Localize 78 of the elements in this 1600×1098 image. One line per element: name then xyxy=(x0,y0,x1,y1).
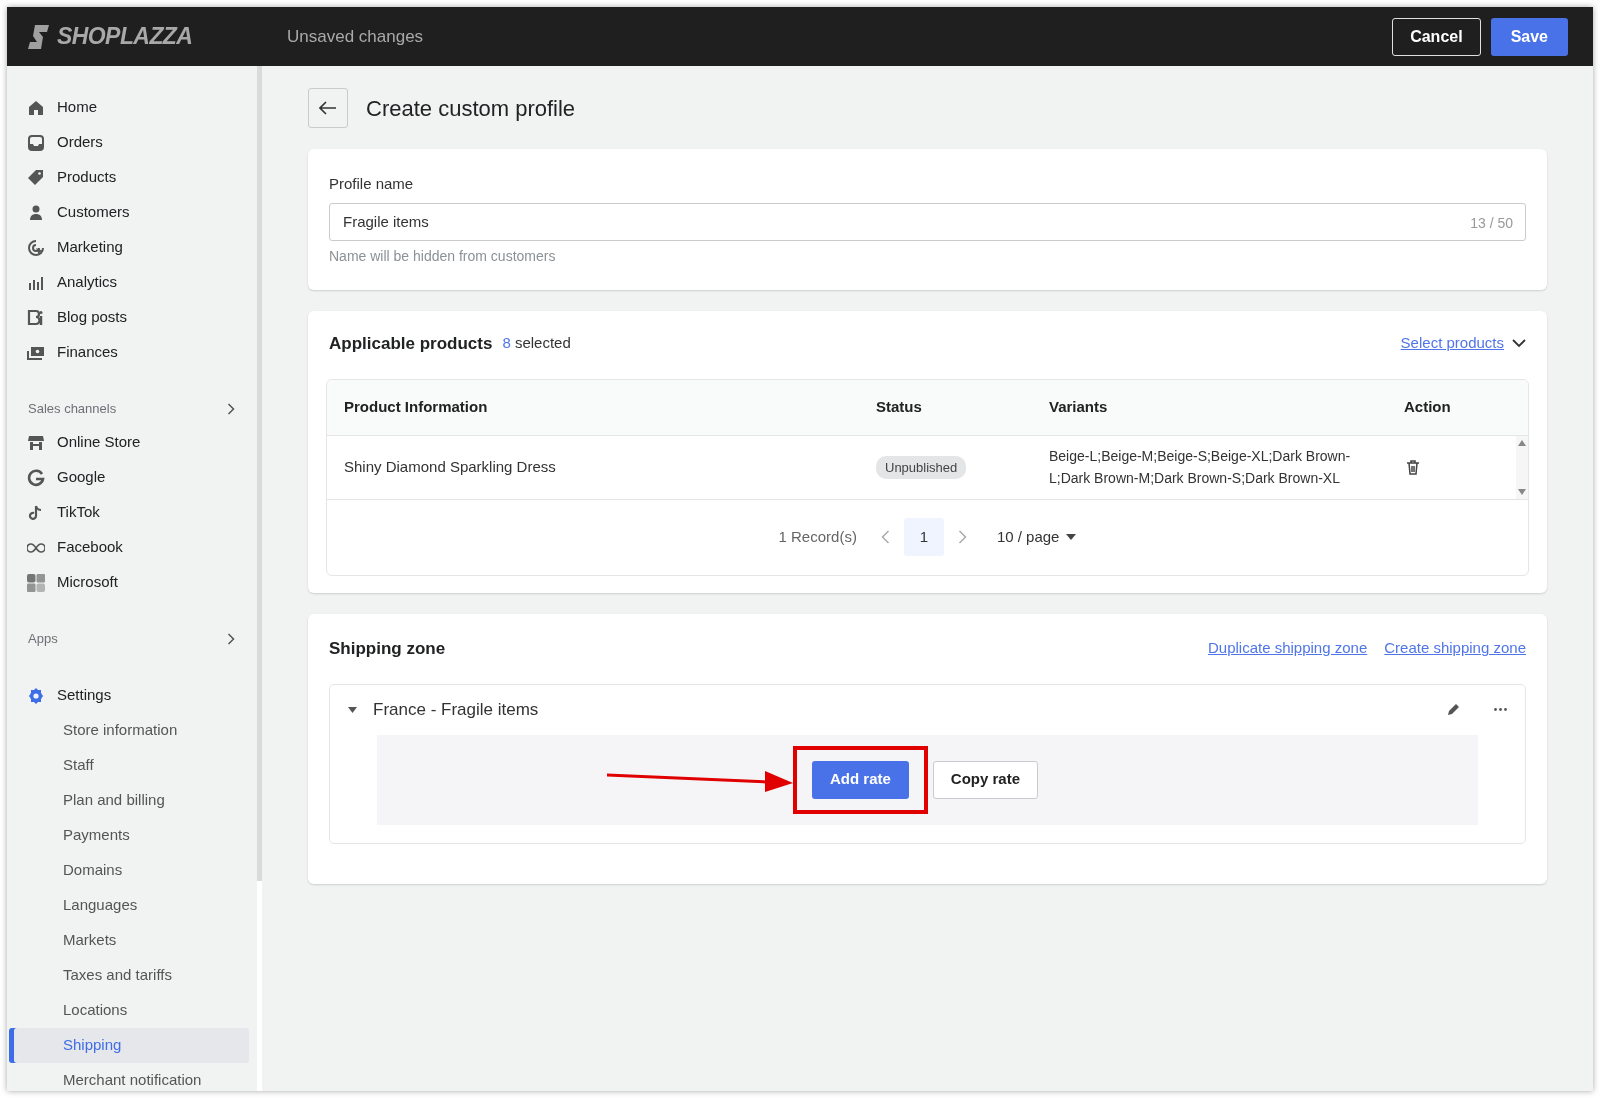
back-arrow-icon xyxy=(319,101,337,115)
nav-item[interactable]: Finances xyxy=(9,335,249,370)
column-header: Action xyxy=(1404,396,1452,417)
nav-item[interactable]: Facebook xyxy=(9,530,249,565)
field-label: Profile name xyxy=(329,174,415,194)
nav-item[interactable]: Settings xyxy=(9,678,249,713)
nav-subitem[interactable]: Payments xyxy=(14,818,249,853)
zone-link[interactable]: Create shipping zone xyxy=(1384,637,1526,660)
scrollbar[interactable] xyxy=(257,66,262,1091)
chevron-down-icon xyxy=(1512,339,1526,348)
page-button[interactable]: 1 xyxy=(903,518,944,556)
column-header: Product Information xyxy=(343,396,489,417)
nav-subitem[interactable]: Languages xyxy=(14,888,249,923)
column-header: Variants xyxy=(1049,396,1109,417)
more-icon[interactable] xyxy=(1494,708,1507,711)
nav-item[interactable]: Marketing xyxy=(9,230,249,265)
logo-icon xyxy=(27,23,51,50)
zone-link[interactable]: Duplicate shipping zone xyxy=(1207,637,1368,660)
add-rate-button[interactable]: Add rate xyxy=(812,760,909,799)
settings-icon xyxy=(27,686,45,705)
caret-icon xyxy=(1066,534,1077,540)
nav-subitem[interactable]: Merchant notification xyxy=(14,1063,249,1091)
zone-name: France - Fragile items xyxy=(373,698,539,721)
back-button[interactable] xyxy=(308,88,348,128)
grid-icon xyxy=(27,573,45,592)
table-cell-text: Shiny Diamond Sparkling Dress xyxy=(343,456,557,477)
nav-subitem[interactable]: Domains xyxy=(14,853,249,888)
unsaved-status: Unsaved changes xyxy=(287,25,424,48)
section-heading: Apps xyxy=(28,630,58,649)
nav-item[interactable]: Analytics xyxy=(9,265,249,300)
scroll-down-icon[interactable] xyxy=(1518,488,1526,495)
cancel-button[interactable]: Cancel xyxy=(1392,17,1481,56)
section-heading: Sales channels xyxy=(28,400,117,419)
card-title: Applicable products xyxy=(329,332,493,355)
nav-item[interactable]: Blog posts xyxy=(9,300,249,335)
table-cell-text: Beige-L;Beige-M;Beige-S;Beige-XL;Dark Brown-L;Dark Brown-M;Dark Brown-S;Dark Brown-XL xyxy=(1049,447,1352,488)
scroll-up-icon[interactable] xyxy=(1518,439,1526,446)
nav-subitem[interactable]: Staff xyxy=(14,748,249,783)
letter-g-icon xyxy=(27,468,45,487)
page-size-select[interactable]: 10 / page xyxy=(996,525,1077,549)
storefront-icon xyxy=(27,433,45,452)
chevron-right-icon[interactable] xyxy=(227,633,235,645)
document-icon xyxy=(27,308,45,327)
nav-subitem[interactable]: Locations xyxy=(14,993,249,1028)
scrollbar[interactable] xyxy=(1516,435,1528,499)
nav-item[interactable]: Online Store xyxy=(9,425,249,460)
nav-subitem[interactable]: Store information xyxy=(14,713,249,748)
target-icon xyxy=(27,238,45,257)
brand-name: SHOPLAZZA xyxy=(57,22,193,52)
tag-icon xyxy=(27,168,45,187)
column-header: Status xyxy=(876,396,923,417)
chevron-right-icon[interactable] xyxy=(227,403,235,415)
trash-icon[interactable] xyxy=(1406,459,1420,475)
pencil-icon[interactable] xyxy=(1447,703,1460,716)
nav-subitem[interactable]: Plan and billing xyxy=(14,783,249,818)
nav-item[interactable]: Orders xyxy=(9,125,249,160)
select-products-link[interactable]: Select products xyxy=(1400,332,1504,355)
help-text: Name will be hidden from customers xyxy=(329,246,557,266)
selected-count: 8 selected xyxy=(502,333,571,354)
nav-item[interactable]: TikTok xyxy=(9,495,249,530)
nav-item[interactable]: Google xyxy=(9,460,249,495)
caret-icon[interactable] xyxy=(348,706,357,713)
page-title: Create custom profile xyxy=(366,94,576,123)
inbox-icon xyxy=(27,133,45,152)
nav-subitem[interactable]: Markets xyxy=(14,923,249,958)
card-title: Shipping zone xyxy=(329,637,446,660)
character-counter: 13 / 50 xyxy=(1470,213,1513,233)
save-button[interactable]: Save xyxy=(1490,17,1568,56)
nav-item[interactable]: Microsoft xyxy=(9,565,249,600)
nav-item[interactable]: Home xyxy=(9,90,249,125)
nav-item[interactable]: Products xyxy=(9,160,249,195)
record-count: 1 Record(s) xyxy=(778,526,857,547)
nav-item[interactable]: Customers xyxy=(9,195,249,230)
nav-subitem[interactable]: Taxes and tariffs xyxy=(14,958,249,993)
status-badge: Unpublished xyxy=(876,455,967,480)
copy-rate-button[interactable]: Copy rate xyxy=(932,760,1039,799)
home-icon xyxy=(27,98,45,117)
person-icon xyxy=(27,203,45,222)
